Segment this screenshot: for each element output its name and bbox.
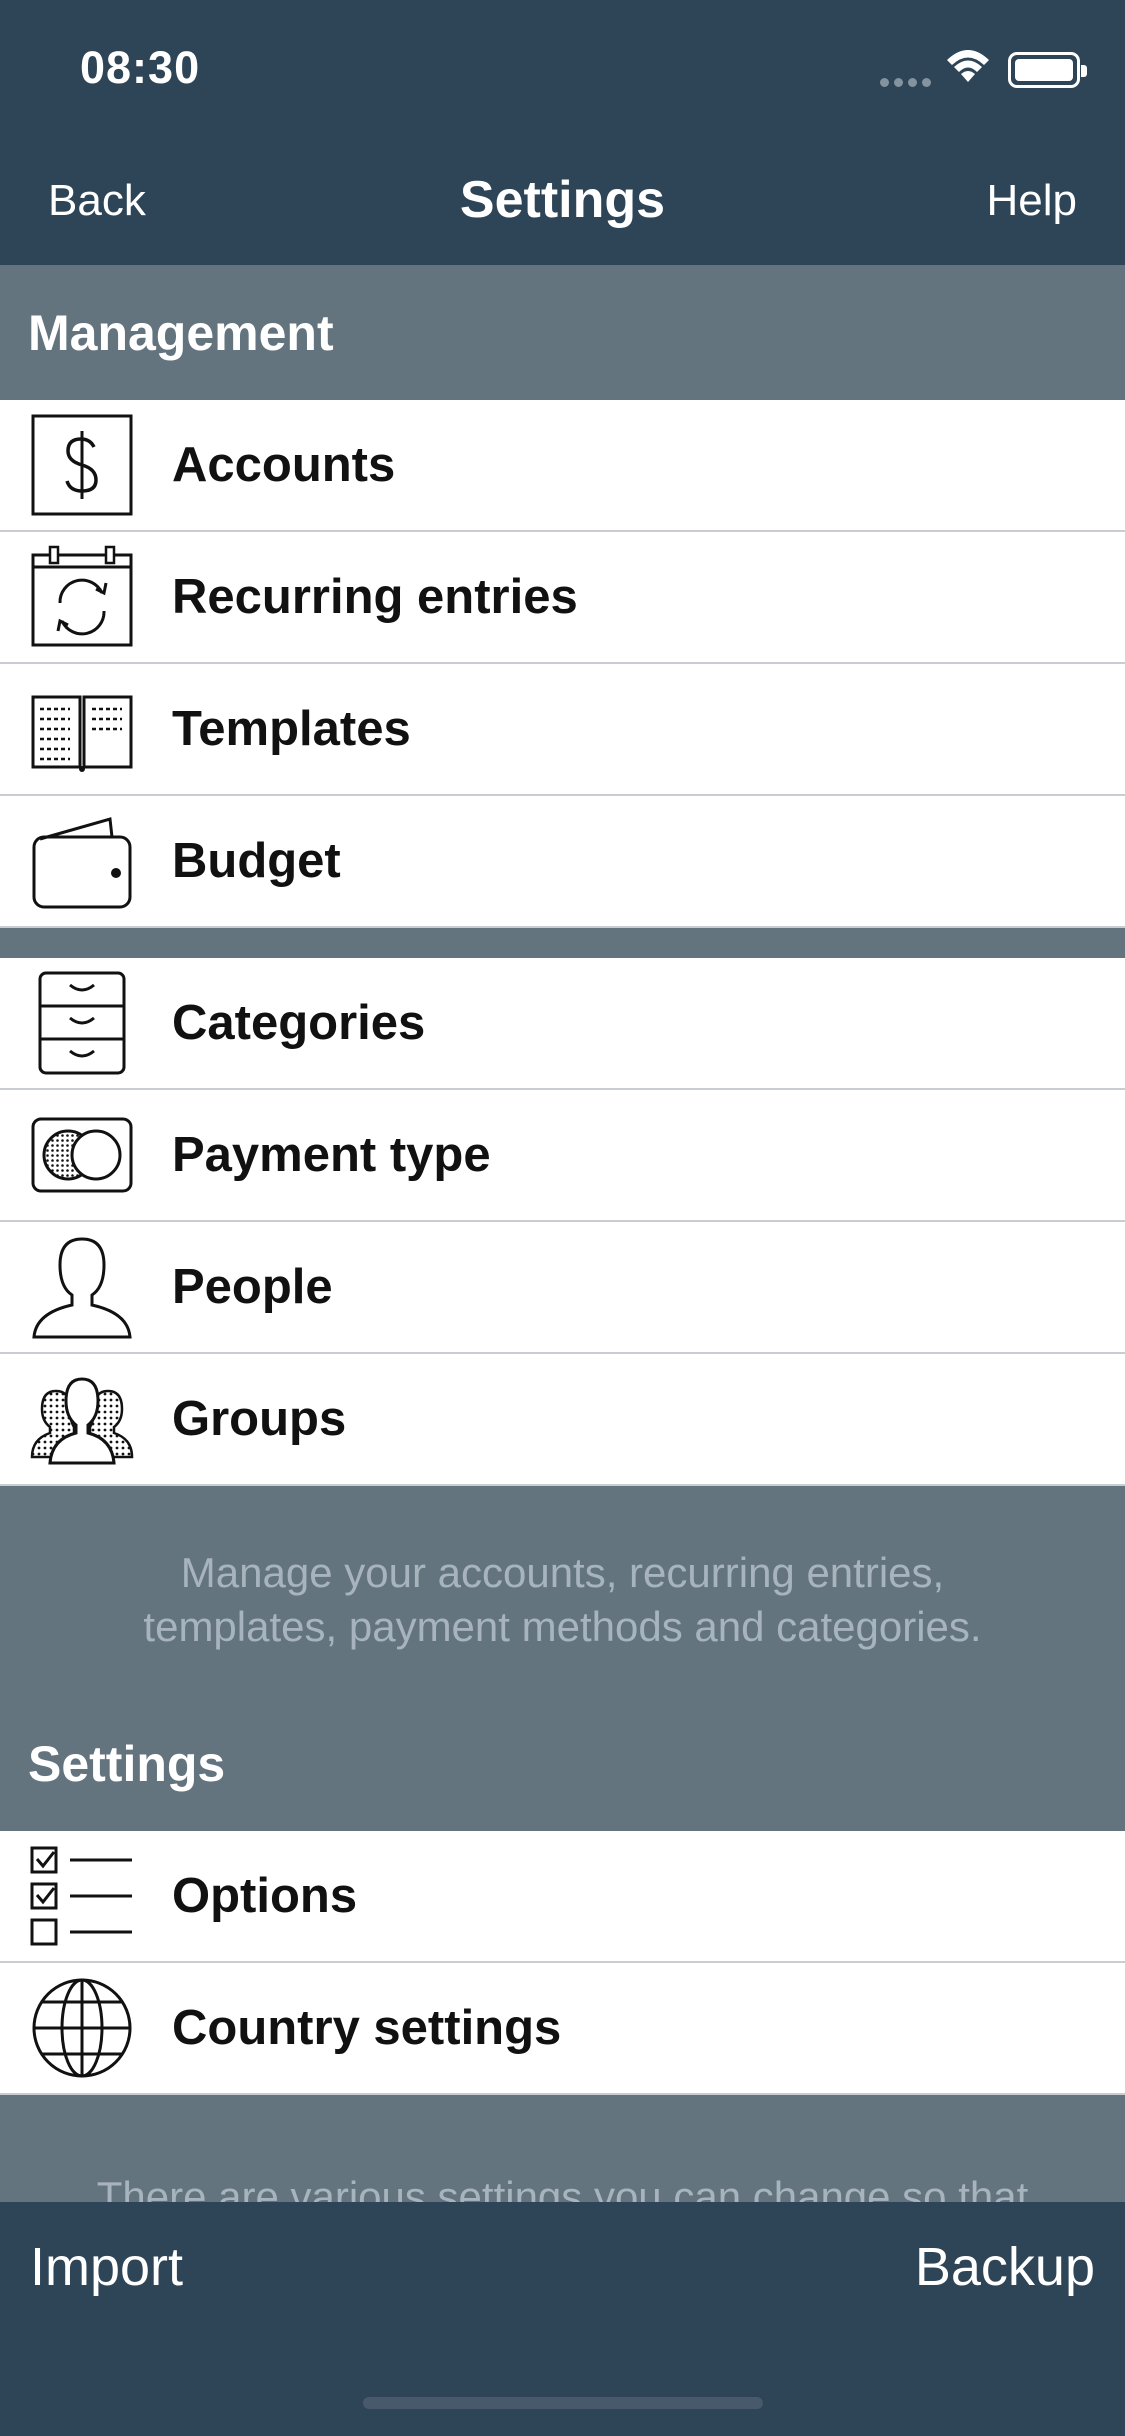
row-groups[interactable]: Groups — [0, 1354, 1125, 1486]
import-button[interactable]: Import — [30, 2236, 183, 2298]
book-icon — [27, 674, 137, 784]
row-payment-type[interactable]: Payment type — [0, 1090, 1125, 1222]
navigation-bar: Back Settings Help — [0, 150, 1125, 265]
row-options[interactable]: Options — [0, 1831, 1125, 1963]
row-label: Options — [172, 1869, 358, 1923]
row-templates[interactable]: Templates — [0, 664, 1125, 796]
checklist-icon — [27, 1841, 137, 1951]
management-footer-text: Manage your accounts, recurring entries,… — [143, 1549, 982, 1650]
status-bar: 08:30 — [0, 0, 1125, 150]
row-label: Groups — [172, 1392, 347, 1446]
row-categories[interactable]: Categories — [0, 958, 1125, 1090]
payment-card-icon — [27, 1100, 137, 1210]
row-label: Budget — [172, 834, 341, 888]
dollar-icon — [27, 410, 137, 520]
row-label: Accounts — [172, 438, 396, 492]
section-header-settings: Settings — [0, 1696, 1125, 1831]
home-indicator[interactable] — [363, 2397, 763, 2409]
row-label: Country settings — [172, 2001, 562, 2055]
wallet-icon — [27, 806, 137, 916]
help-button[interactable]: Help — [987, 176, 1078, 226]
row-label: Payment type — [172, 1128, 491, 1182]
row-country-settings[interactable]: Country settings — [0, 1963, 1125, 2095]
group-icon — [27, 1364, 137, 1474]
filing-cabinet-icon — [27, 968, 137, 1078]
page-title: Settings — [459, 171, 666, 229]
row-accounts[interactable]: Accounts — [0, 400, 1125, 532]
backup-button[interactable]: Backup — [915, 2236, 1095, 2298]
section-header-management: Management — [0, 265, 1125, 400]
status-time: 08:30 — [80, 42, 201, 93]
row-budget[interactable]: Budget — [0, 796, 1125, 928]
wifi-icon — [945, 48, 991, 89]
battery-icon — [1008, 52, 1087, 88]
person-icon — [27, 1232, 137, 1342]
section-gap — [0, 928, 1125, 958]
row-label: Recurring entries — [172, 570, 578, 624]
cellular-signal-icon — [880, 74, 936, 92]
row-label: People — [172, 1260, 333, 1314]
globe-icon — [27, 1973, 137, 2083]
row-label: Templates — [172, 702, 411, 756]
recurring-calendar-icon — [27, 542, 137, 652]
row-label: Categories — [172, 996, 426, 1050]
row-recurring-entries[interactable]: Recurring entries — [0, 532, 1125, 664]
row-people[interactable]: People — [0, 1222, 1125, 1354]
